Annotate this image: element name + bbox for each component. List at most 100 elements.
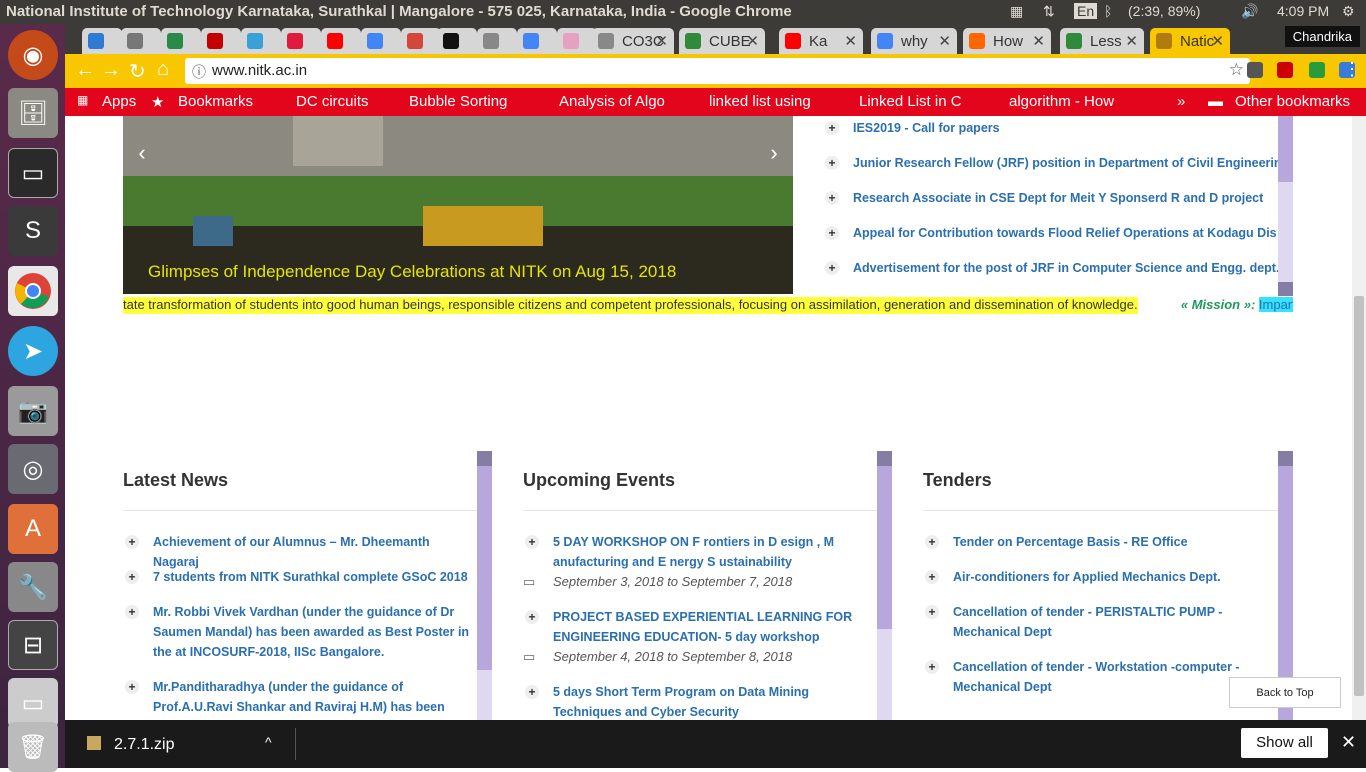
browser-tab[interactable]: Ka ✕ [779,28,863,54]
sublime-icon[interactable]: S [8,206,58,256]
tender-link[interactable]: Cancellation of tender - PERISTALTIC PUM… [953,605,1222,639]
show-all-button[interactable]: Show all [1241,728,1328,758]
bookmark-apps[interactable]: Apps [102,93,136,110]
slider-next-icon[interactable]: › [759,140,789,174]
home-icon[interactable]: ⌂ [157,58,169,81]
close-icon[interactable]: ✕ [1125,32,1138,50]
terminal-icon[interactable]: ▭ [8,148,58,198]
browser-tab[interactable]: why ✕ [871,28,957,54]
bookmark-algorithm[interactable]: algorithm - How [1009,93,1114,110]
notice-link[interactable]: Research Associate in CSE Dept for Meit … [853,191,1263,205]
bookmark-analysis[interactable]: Analysis of Algo [559,93,665,110]
reload-icon[interactable]: ↻ [129,59,146,84]
bookmark-dc-circuits[interactable]: DC circuits [296,93,369,110]
close-icon[interactable]: ✕ [938,32,951,50]
forward-icon[interactable]: → [101,59,121,82]
close-icon[interactable]: ✕ [655,32,668,50]
star-icon[interactable]: ☆ [1229,60,1244,80]
close-icon[interactable]: ✕ [746,32,759,50]
browser-tab[interactable] [477,28,517,54]
workspace-icon[interactable]: ▦ [1010,3,1023,20]
download-filename[interactable]: 2.7.1.zip [114,736,174,754]
tender-link[interactable]: Cancellation of tender - Workstation -co… [953,660,1240,694]
bookmark-bubble-sorting[interactable]: Bubble Sorting [409,93,507,110]
browser-tab[interactable] [437,28,477,54]
camera-icon[interactable]: 📷 [8,386,58,436]
extension-icon[interactable] [1247,62,1263,78]
ubuntu-logo-icon[interactable]: ◉ [8,30,58,80]
browser-tab[interactable] [121,28,161,54]
tender-link[interactable]: Tender on Percentage Basis - RE Office [953,535,1188,549]
browser-tab[interactable] [82,28,122,54]
tender-link[interactable]: Air-conditioners for Applied Mechanics D… [953,570,1221,584]
telegram-icon[interactable]: ➤ [8,326,58,376]
volume-icon[interactable]: 🔊 [1241,3,1258,20]
browser-tab[interactable]: Less ✕ [1060,28,1144,54]
notice-link[interactable]: Appeal for Contribution towards Flood Re… [853,226,1277,240]
page-scrollbar[interactable] [1352,116,1366,720]
browser-tab[interactable] [401,28,441,54]
news-link[interactable]: Achievement of our Alumnus – Mr. Dheeman… [153,535,430,569]
chrome-icon[interactable] [8,266,58,316]
drive-icon[interactable]: ▭ [8,678,58,728]
files-icon[interactable]: 🗄 [8,88,58,138]
notice-link[interactable]: Advertisement for the post of JRF in Com… [853,261,1279,275]
browser-tab[interactable] [361,28,401,54]
browser-tab[interactable]: How ✕ [963,28,1051,54]
notices-scrollbar[interactable] [1278,116,1293,296]
extension-icon[interactable] [1309,62,1325,78]
gear-icon[interactable]: ⚙ [1342,3,1355,20]
close-icon[interactable]: ✕ [844,32,857,50]
clock[interactable]: 4:09 PM [1277,3,1329,19]
close-icon[interactable]: ✕ [1341,732,1356,753]
bluetooth-icon[interactable]: ᛒ [1104,3,1112,19]
extension-icon[interactable] [1277,62,1293,78]
settings-icon[interactable]: 🔧 [8,562,58,612]
browser-tab[interactable] [241,28,281,54]
browser-tab[interactable] [161,28,201,54]
bookmark-other[interactable]: Other bookmarks [1235,93,1350,110]
info-icon[interactable]: ⓘ [192,62,206,82]
notice-link[interactable]: Junior Research Fellow (JRF) position in… [853,156,1289,170]
menu-icon[interactable]: ⋮ [1343,59,1361,80]
slider-prev-icon[interactable]: ‹ [127,140,157,174]
browser-tab[interactable] [557,28,597,54]
close-icon[interactable]: ✕ [1032,32,1045,50]
news-link[interactable]: Mr.Panditharadhya (under the guidance of… [153,680,445,717]
news-link[interactable]: 7 students from NITK Surathkal complete … [153,570,468,584]
address-bar[interactable]: ⓘ www.nitk.ac.in ☆ [185,58,1250,84]
news-scrollbar[interactable] [477,451,492,720]
news-link[interactable]: Mr. Robbi Vivek Vardhan (under the guida… [153,605,469,659]
apps-icon[interactable]: ▦ [77,93,88,107]
image-slider[interactable]: ‹ › Glimpses of Independence Day Celebra… [123,116,793,294]
bookmark-bookmarks[interactable]: Bookmarks [178,93,253,110]
battery-status[interactable]: (2:39, 89%) [1128,3,1200,19]
software-center-icon[interactable]: A [8,504,58,554]
cheese-icon[interactable]: ◎ [8,444,58,494]
event-link[interactable]: 5 DAY WORKSHOP ON F rontiers in D esign … [553,535,834,569]
trash-icon[interactable]: 🗑 [8,722,58,772]
browser-tab[interactable] [517,28,557,54]
close-icon[interactable]: ✕ [1211,32,1224,50]
disk-icon[interactable]: ⊟ [8,620,58,670]
bookmark-linked-list-using[interactable]: linked list using [709,93,811,110]
network-icon[interactable]: ⇅ [1043,3,1055,20]
back-to-top-button[interactable]: Back to Top [1229,677,1341,708]
browser-tab[interactable]: Natic ✕ [1150,28,1230,54]
scroll-thumb[interactable] [1354,296,1364,696]
notice-link[interactable]: IES2019 - Call for papers [853,121,1000,135]
browser-tab[interactable] [281,28,321,54]
browser-tab[interactable] [321,28,361,54]
profile-name[interactable]: Chandrika [1284,26,1360,47]
chevron-up-icon[interactable]: ^ [265,734,272,750]
more-bookmarks-icon[interactable]: » [1177,93,1185,110]
event-link[interactable]: 5 days Short Term Program on Data Mining… [553,685,809,719]
event-link[interactable]: PROJECT BASED EXPERIENTIAL LEARNING FOR … [553,610,852,644]
browser-tab[interactable] [201,28,241,54]
browser-tab[interactable]: CO3C ✕ [592,28,674,54]
back-icon[interactable]: ← [75,59,95,82]
browser-tab[interactable]: CUBE ✕ [679,28,765,54]
keyboard-indicator[interactable]: En [1074,3,1098,19]
events-scrollbar[interactable] [877,451,892,720]
bookmark-linked-list-in-c[interactable]: Linked List in C [859,93,962,110]
